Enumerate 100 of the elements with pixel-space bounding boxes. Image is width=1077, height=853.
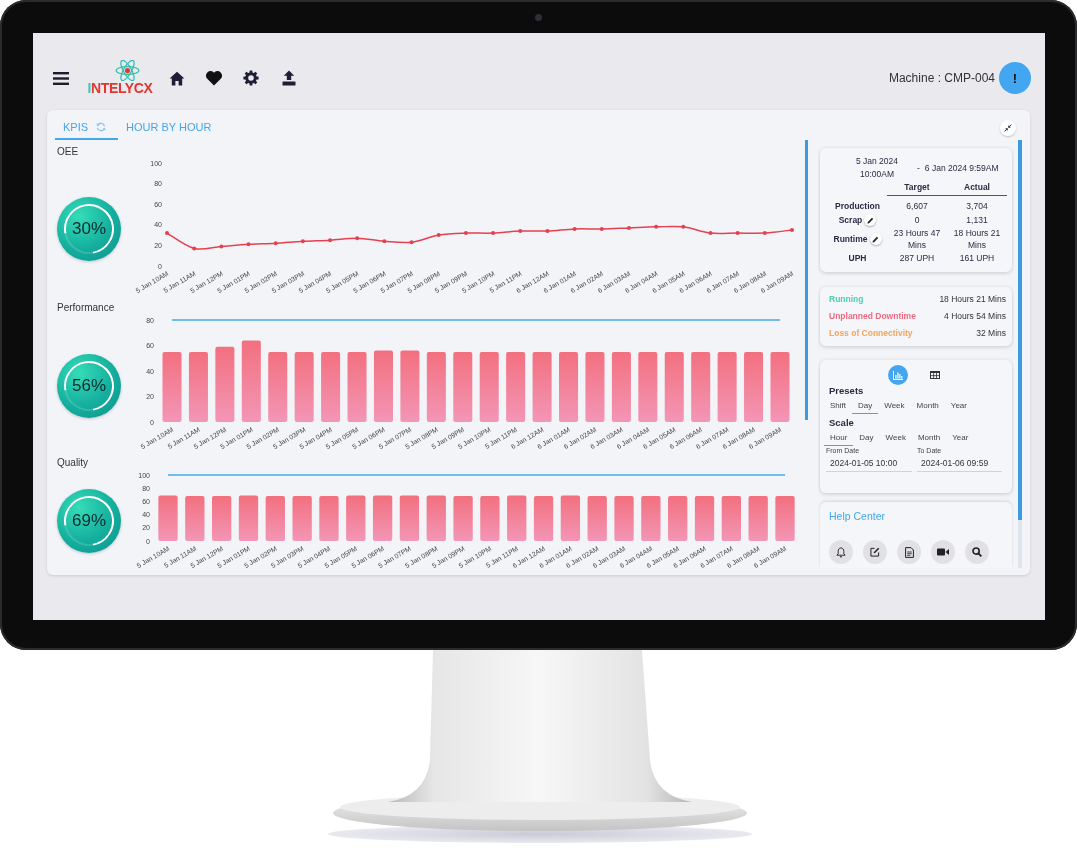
notifications-button[interactable] <box>829 540 853 564</box>
data-point <box>246 242 251 247</box>
scale-tab[interactable]: Year <box>946 429 975 446</box>
bell-icon <box>836 546 846 558</box>
table-cell-text: 287 UPH <box>898 252 936 265</box>
bar <box>158 495 178 541</box>
presets-label: Presets <box>828 385 865 397</box>
row-label: Scrap <box>838 214 863 226</box>
kpi-gauge: 56% <box>57 353 121 418</box>
pencil-icon <box>866 216 874 224</box>
bar <box>532 351 552 422</box>
scale-tab[interactable]: Day <box>853 429 880 446</box>
data-point <box>436 233 441 238</box>
table-cell-text: 3,704 <box>965 200 989 213</box>
bar <box>162 351 182 422</box>
bar <box>560 495 581 541</box>
video-camera-icon <box>937 548 949 556</box>
preset-tab[interactable]: Year <box>944 397 973 414</box>
data-point <box>328 238 333 243</box>
data-point <box>463 231 468 236</box>
bar <box>668 496 688 541</box>
settings-icon[interactable] <box>243 70 259 86</box>
status-label: Unplanned Downtime <box>829 310 916 323</box>
collapse-icon <box>1004 123 1012 132</box>
help-center-title: Help Center <box>829 509 887 523</box>
row-label: Runtime <box>833 233 868 245</box>
bar <box>614 496 634 541</box>
data-point <box>545 229 550 233</box>
status-label: Loss of Connectivity <box>829 327 913 340</box>
upload-icon[interactable] <box>281 70 297 86</box>
bar <box>265 496 285 541</box>
data-point <box>355 236 360 241</box>
logo-text: INTELYCX <box>87 81 153 96</box>
search-button[interactable] <box>965 540 989 564</box>
preset-tab[interactable]: Month <box>910 397 945 414</box>
data-point <box>382 239 387 244</box>
status-label: Running <box>829 293 864 306</box>
search-icon <box>972 547 982 557</box>
bar <box>694 496 715 541</box>
table-cell-text: 18 Hours 21 Mins <box>952 227 1002 251</box>
bar <box>506 351 526 422</box>
bar <box>212 496 232 541</box>
bar-chart-icon <box>892 370 903 380</box>
bar <box>585 351 605 422</box>
bar <box>744 351 764 422</box>
table-cell-text: 6,607 <box>905 200 929 213</box>
scale-tab[interactable]: Hour <box>824 429 854 446</box>
kpi-gauge: 30% <box>57 197 121 261</box>
video-button[interactable] <box>931 540 955 564</box>
bar <box>319 496 339 541</box>
date-separator: - <box>917 162 920 173</box>
bar <box>185 496 205 541</box>
data-point <box>165 231 169 236</box>
preset-tab[interactable]: Week <box>878 397 911 414</box>
bar <box>294 351 314 422</box>
collapse-button[interactable] <box>1000 119 1016 136</box>
bar <box>717 351 737 422</box>
edit-button[interactable] <box>869 233 882 245</box>
bar <box>321 351 341 422</box>
bar <box>238 495 259 541</box>
data-point <box>681 224 686 229</box>
chart-view-button[interactable] <box>887 365 908 385</box>
preset-tab[interactable]: Day <box>852 397 879 414</box>
bar <box>638 351 658 422</box>
home-icon[interactable] <box>169 70 185 86</box>
end-date: 6 Jan 2024 9:59AM <box>924 162 999 173</box>
bar <box>721 496 741 541</box>
alert-button[interactable]: ! <box>999 62 1031 94</box>
data-point <box>626 225 631 230</box>
data-point <box>273 241 278 246</box>
bar <box>664 351 684 422</box>
bar <box>480 496 500 541</box>
data-point <box>599 226 604 231</box>
bar <box>479 351 499 422</box>
data-point <box>708 231 713 236</box>
section-title: Performance <box>56 302 116 314</box>
bar <box>399 495 420 541</box>
edit-icon <box>870 547 880 557</box>
machine-label: Machine : CMP-004 <box>888 71 995 85</box>
data-point <box>518 229 523 233</box>
data-point <box>192 246 197 251</box>
preset-tab[interactable]: Shift <box>824 397 852 414</box>
scale-tab[interactable]: Month <box>911 429 947 446</box>
scrollbar-thumb[interactable] <box>805 140 808 420</box>
bar <box>373 350 393 422</box>
bar <box>770 351 790 422</box>
atom-icon <box>113 60 141 81</box>
camera-icon <box>535 14 542 21</box>
bar <box>188 351 208 422</box>
document-button[interactable] <box>897 540 921 564</box>
scale-tab[interactable]: Week <box>879 429 912 446</box>
heart-icon[interactable] <box>205 70 223 86</box>
row-label: UPH <box>848 252 867 264</box>
bar <box>559 351 579 422</box>
edit-note-button[interactable] <box>863 540 887 564</box>
bar <box>691 351 711 422</box>
pencil-icon <box>872 235 879 243</box>
edit-button[interactable] <box>864 214 877 226</box>
bar <box>775 496 795 541</box>
menu-icon[interactable] <box>53 71 69 85</box>
